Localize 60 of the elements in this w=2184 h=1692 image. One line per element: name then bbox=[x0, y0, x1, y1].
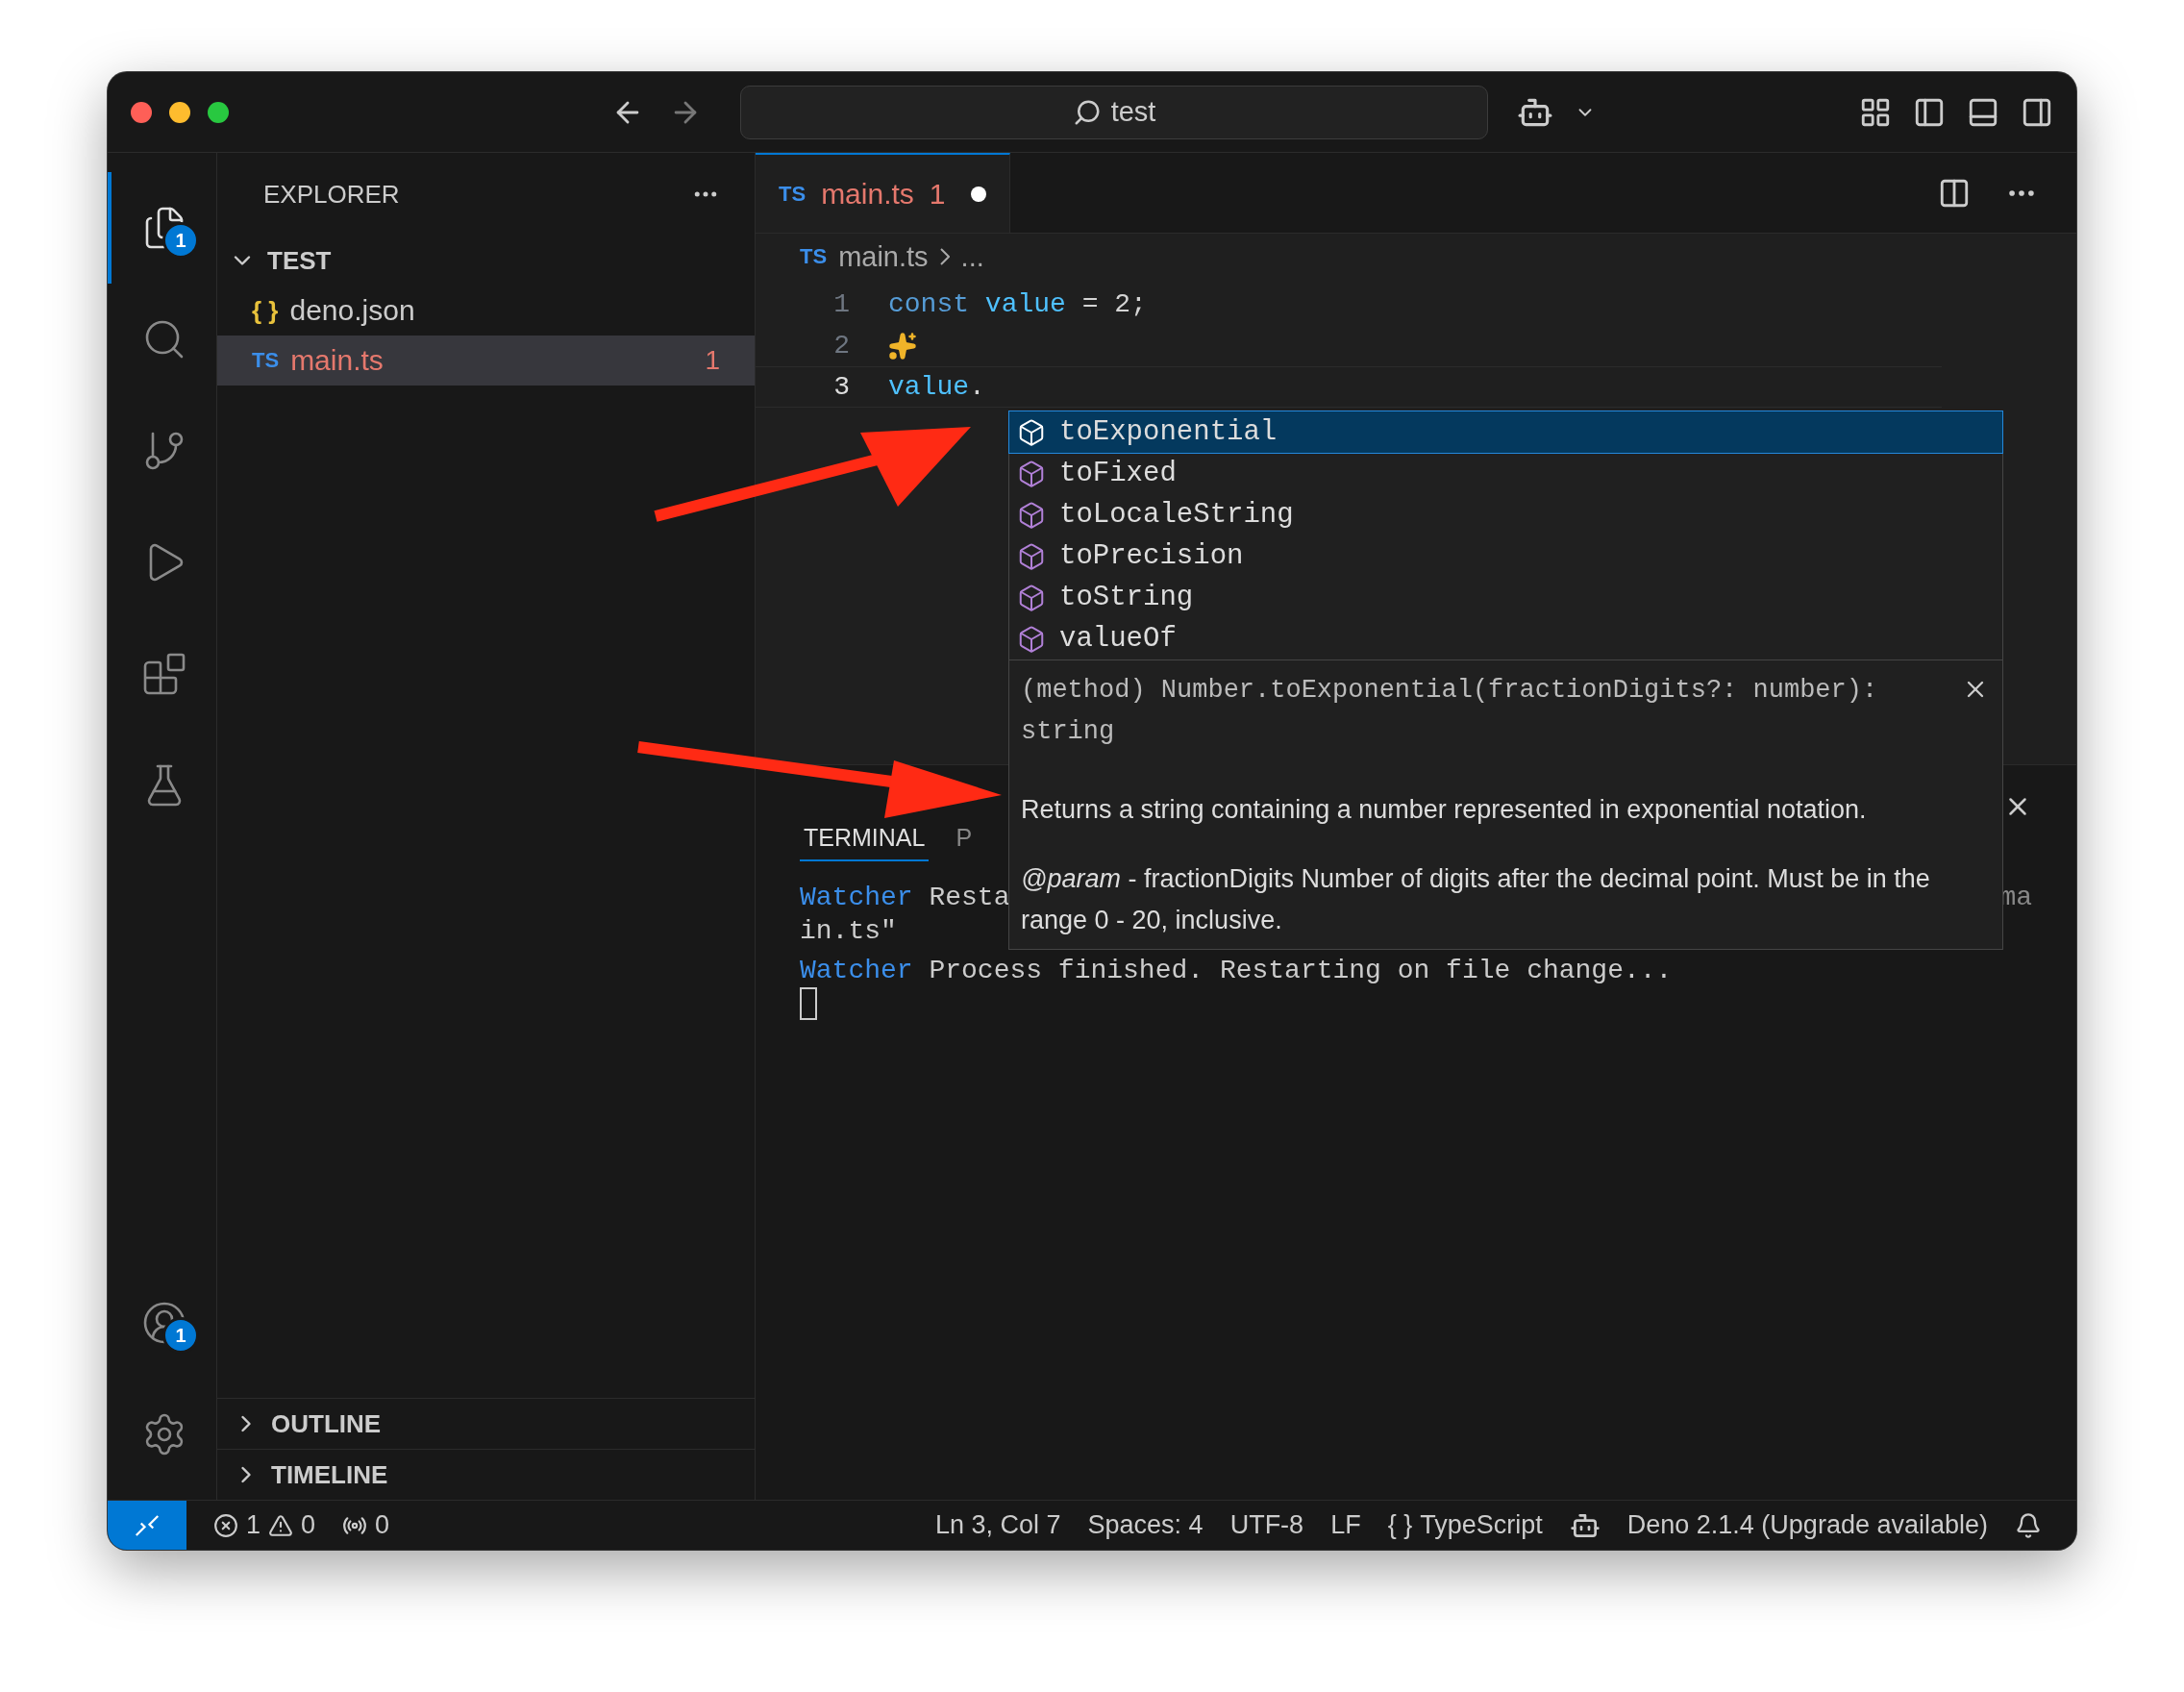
cube-icon bbox=[1017, 583, 1046, 612]
bell-icon[interactable] bbox=[2015, 1511, 2042, 1539]
sidebar-title: EXPLORER bbox=[263, 179, 400, 210]
cube-icon bbox=[1017, 500, 1046, 530]
minimize-icon[interactable] bbox=[169, 101, 190, 123]
cursor-position[interactable]: Ln 3, Col 7 bbox=[934, 1510, 1061, 1540]
close-window-icon[interactable] bbox=[131, 101, 152, 123]
code-token: const bbox=[888, 289, 970, 319]
code-token: Watcher bbox=[800, 955, 913, 987]
code-token: value bbox=[984, 289, 1066, 319]
section-header[interactable]: TIMELINE bbox=[217, 1449, 755, 1500]
section-header[interactable]: OUTLINE bbox=[217, 1398, 755, 1449]
language-status[interactable]: { } TypeScript bbox=[1387, 1510, 1543, 1540]
remote-button[interactable] bbox=[108, 1501, 186, 1550]
line-number: 2 bbox=[832, 331, 851, 361]
ports-status[interactable]: 0 bbox=[342, 1510, 390, 1540]
suggestion-item[interactable]: toLocaleString bbox=[1009, 494, 2002, 535]
suggestion-item[interactable]: toString bbox=[1009, 577, 2002, 618]
cube-icon bbox=[1017, 541, 1046, 571]
warning-icon bbox=[268, 1512, 294, 1538]
code-token: Process finished. Restarting on file change... bbox=[928, 955, 1673, 987]
code-token: Watcher bbox=[800, 882, 913, 914]
code-token: . bbox=[969, 372, 985, 402]
activity-item[interactable]: 1 bbox=[108, 1267, 216, 1379]
file-item[interactable]: { } deno.json bbox=[217, 286, 755, 336]
panel-tab[interactable]: P bbox=[952, 816, 977, 861]
notification-badge: 1 bbox=[162, 222, 199, 259]
cube-icon bbox=[1017, 624, 1046, 654]
maximize-icon[interactable] bbox=[208, 101, 229, 123]
editor-tab[interactable]: TS main.ts 1 bbox=[756, 153, 1010, 233]
file-item[interactable]: TS main.ts 1 bbox=[217, 336, 755, 386]
deno-status[interactable]: Deno 2.1.4 (Upgrade available) bbox=[1626, 1510, 1988, 1540]
code-token: Resta bbox=[928, 882, 1010, 914]
chevron-right-icon bbox=[939, 248, 950, 265]
param-text: @param - fractionDigits Number of digits after the decimal point. Must be in the range 0 - 20, inclusive. bbox=[1021, 863, 1931, 936]
activity-item[interactable]: 1 bbox=[108, 172, 216, 284]
suggestion-item[interactable]: toPrecision bbox=[1009, 535, 2002, 577]
encoding-status[interactable]: UTF-8 bbox=[1229, 1510, 1304, 1540]
sparkle-icon[interactable] bbox=[888, 331, 917, 361]
folder-row[interactable]: TEST bbox=[217, 236, 755, 286]
suggestion-item[interactable]: toFixed bbox=[1009, 453, 2002, 494]
code-token: = 2; bbox=[1080, 289, 1147, 319]
line-number: 1 bbox=[832, 289, 851, 319]
eol-status[interactable]: LF bbox=[1330, 1510, 1361, 1540]
breadcrumb[interactable]: TS main.ts ... bbox=[756, 237, 2076, 276]
problems-status[interactable]: 1 0 bbox=[213, 1510, 316, 1540]
notification-badge: 1 bbox=[162, 1317, 199, 1354]
code-token: value bbox=[888, 372, 969, 402]
suggestion-item[interactable]: valueOf bbox=[1009, 618, 2002, 659]
method-signature: (method) Number.toExponential(fractionDigits?: number): string bbox=[1021, 675, 1879, 748]
code-token: in.ts" bbox=[800, 915, 897, 948]
indentation-status[interactable]: Spaces: 4 bbox=[1087, 1510, 1204, 1540]
command-search-field[interactable]: test bbox=[740, 85, 1488, 139]
cube-icon bbox=[1017, 459, 1046, 488]
description-text: Returns a string containing a number represented in exponential notation. bbox=[1021, 794, 1868, 826]
error-icon bbox=[213, 1512, 238, 1538]
cube-icon bbox=[1017, 417, 1046, 447]
suggestion-item[interactable]: toExponential bbox=[1009, 411, 2002, 453]
line-number: 3 bbox=[832, 372, 851, 402]
terminal-cursor bbox=[800, 987, 817, 1020]
